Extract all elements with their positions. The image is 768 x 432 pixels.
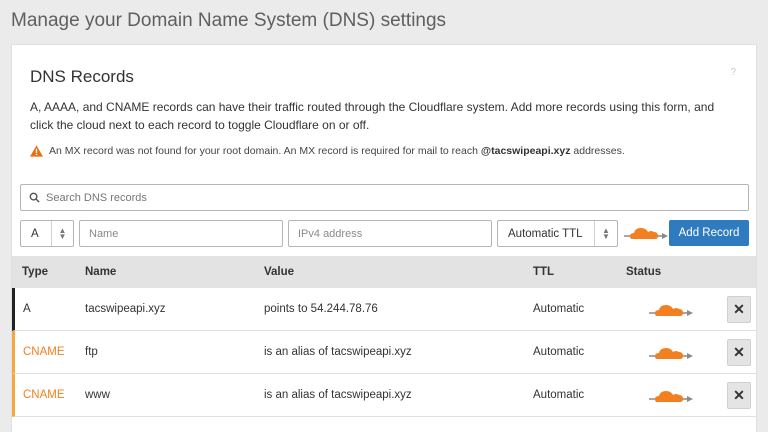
column-header-ttl: TTL	[533, 266, 555, 278]
record-type: CNAME	[23, 346, 65, 358]
record-value-prefix: is an alias of	[264, 346, 332, 358]
record-type: CNAME	[23, 389, 65, 401]
record-value-target: tacswipeapi.xyz	[331, 389, 412, 401]
help-icon[interactable]: ?	[730, 67, 736, 78]
warning-text: An MX record was not found for your root…	[49, 145, 481, 157]
ttl-select[interactable]: Automatic TTL ▲ ▼	[497, 220, 618, 247]
table-row: CNAME ftp is an alias of tacswipeapi.xyz…	[12, 331, 756, 374]
delete-record-button[interactable]: ✕	[727, 382, 751, 409]
delete-record-button[interactable]: ✕	[727, 296, 751, 323]
record-value[interactable]: points to 54.244.78.76	[264, 303, 378, 315]
record-name[interactable]: tacswipeapi.xyz	[85, 303, 166, 315]
name-input[interactable]	[79, 220, 283, 247]
record-ttl[interactable]: Automatic	[533, 303, 584, 315]
ipv4-address-input[interactable]	[288, 220, 492, 247]
record-name[interactable]: ftp	[85, 346, 98, 358]
record-value-target: tacswipeapi.xyz	[331, 346, 412, 358]
record-value[interactable]: is an alias of tacswipeapi.xyz	[264, 389, 412, 401]
column-header-type: Type	[22, 266, 48, 278]
cloud-proxied-icon[interactable]	[624, 223, 668, 245]
column-header-value: Value	[264, 266, 295, 278]
record-type-select[interactable]: A ▲ ▼	[20, 220, 74, 247]
record-name[interactable]: www	[85, 389, 110, 401]
record-ttl[interactable]: Automatic	[533, 346, 584, 358]
select-arrows-icon: ▲ ▼	[51, 221, 73, 246]
record-type-value: A	[31, 227, 39, 240]
card-description: A, AAAA, and CNAME records can have thei…	[30, 100, 715, 132]
table-row: A tacswipeapi.xyz points to 54.244.78.76…	[12, 288, 756, 331]
delete-record-button[interactable]: ✕	[727, 339, 751, 366]
warning-suffix: addresses.	[570, 145, 625, 157]
card-title: DNS Records	[30, 67, 134, 86]
record-type: A	[23, 303, 31, 315]
search-box	[20, 184, 749, 211]
record-ttl[interactable]: Automatic	[533, 389, 584, 401]
warning-icon	[30, 145, 43, 157]
dns-records-card: DNS Records ? A, AAAA, and CNAME records…	[11, 44, 757, 432]
select-arrows-icon: ▲ ▼	[594, 221, 617, 246]
table-row: CNAME www is an alias of tacswipeapi.xyz…	[12, 374, 756, 417]
page-title: Manage your Domain Name System (DNS) set…	[11, 10, 447, 31]
column-header-name: Name	[85, 266, 117, 278]
dns-records-table: Type Name Value TTL Status A tacswipeapi…	[12, 256, 756, 417]
search-icon	[29, 192, 40, 203]
warning-domain: @tacswipeapi.xyz	[480, 145, 571, 157]
record-value[interactable]: is an alias of tacswipeapi.xyz	[264, 346, 412, 358]
record-value-prefix: points to	[264, 303, 311, 315]
mx-warning: An MX record was not found for your root…	[30, 145, 625, 157]
table-header: Type Name Value TTL Status	[12, 256, 756, 288]
record-value-target: 54.244.78.76	[310, 303, 378, 315]
add-record-button[interactable]: Add Record	[669, 220, 749, 246]
cloud-proxied-icon[interactable]	[649, 300, 693, 322]
cloud-proxied-icon[interactable]	[649, 343, 693, 365]
ttl-value: Automatic TTL	[508, 227, 583, 240]
cloud-proxied-icon[interactable]	[649, 386, 693, 408]
search-input[interactable]	[46, 191, 748, 204]
column-header-status: Status	[626, 266, 662, 278]
record-value-prefix: is an alias of	[264, 389, 332, 401]
